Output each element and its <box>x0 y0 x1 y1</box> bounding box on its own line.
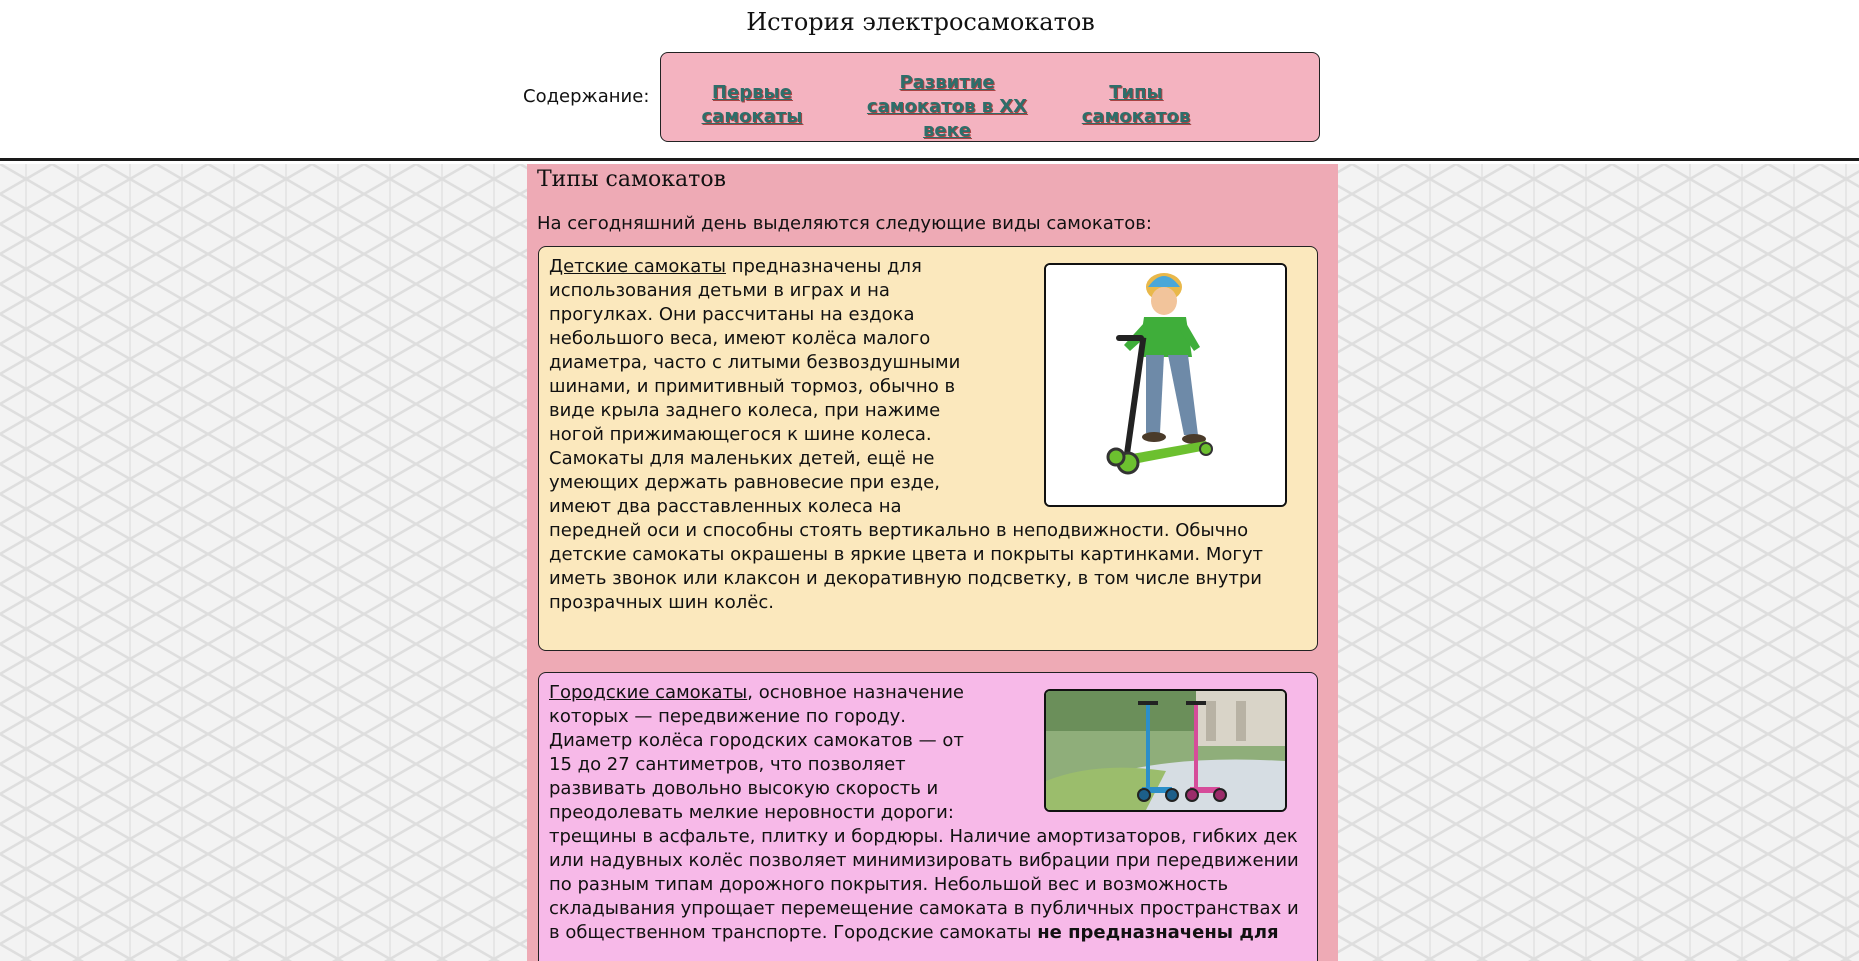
toc-label: Содержание: <box>523 86 650 107</box>
kids-scooters-link[interactable]: Детские самокаты <box>549 256 726 277</box>
page-title: История электросамокатов <box>746 8 1095 36</box>
child-on-scooter-image <box>1044 263 1287 507</box>
card-city-scooters: Городские самокаты, основное назначение … <box>538 672 1318 961</box>
toc-link-scooter-types[interactable]: Типы самокатов <box>1069 81 1203 129</box>
table-of-contents: Первые самокаты Развитие самокатов в XX … <box>660 52 1320 142</box>
toc-link-first-scooters[interactable]: Первые самокаты <box>679 81 825 129</box>
city-scooters-bold-note: не предназначены для <box>1037 922 1279 943</box>
city-scooters-link[interactable]: Городские самокаты <box>549 682 747 703</box>
site-header: История электросамокатов Содержание: Пер… <box>0 0 1859 161</box>
city-scooters-image <box>1044 689 1287 812</box>
section-intro: На сегодняшний день выделяются следующие… <box>537 213 1152 234</box>
main-content: Типы самокатов На сегодняшний день выдел… <box>527 164 1338 961</box>
toc-link-xx-century[interactable]: Развитие самокатов в XX веке <box>843 71 1051 143</box>
section-title: Типы самокатов <box>537 167 726 192</box>
card-kids-scooters: Детские самокаты предназначены для испол… <box>538 246 1318 651</box>
